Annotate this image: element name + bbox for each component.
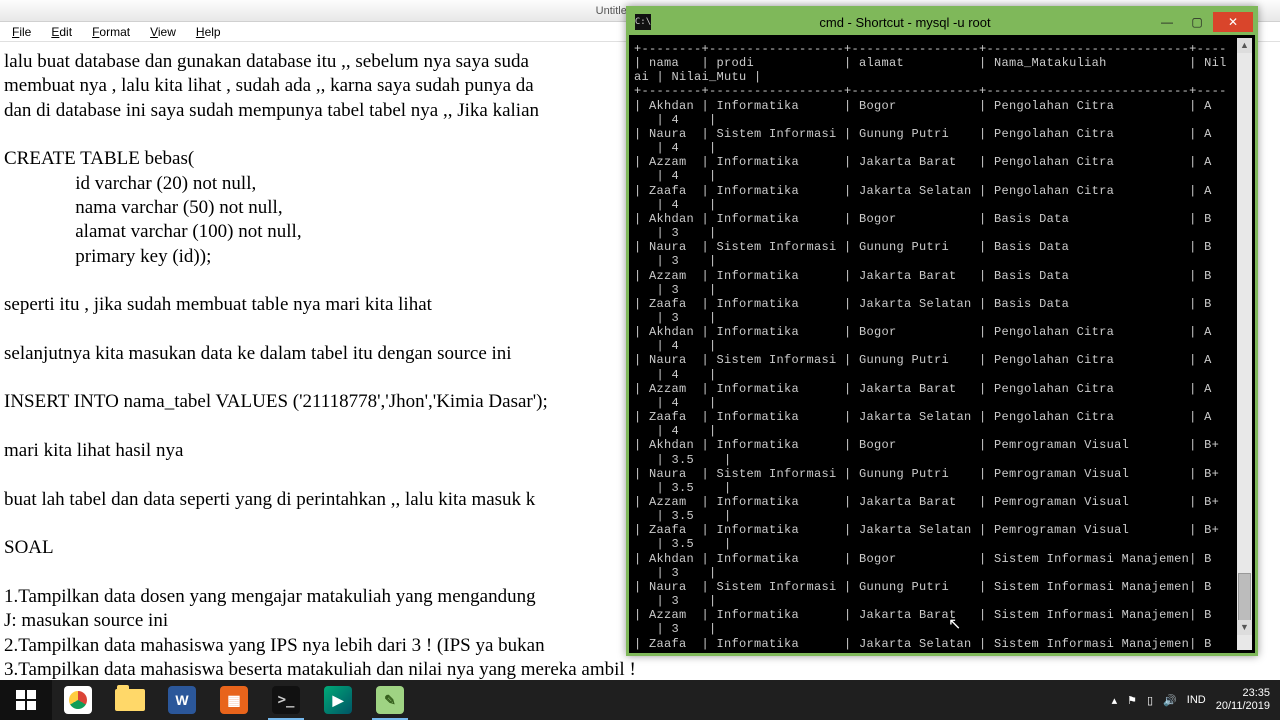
terminal-line: | 3.5 | — [634, 481, 1250, 495]
tray-time: 23:35 — [1216, 687, 1270, 700]
taskbar-explorer[interactable] — [104, 680, 156, 720]
terminal-line: | 3 | — [634, 622, 1250, 636]
terminal-line: | Zaafa | Informatika | Jakarta Selatan … — [634, 523, 1250, 537]
notepad-icon: ✎ — [376, 686, 404, 714]
terminal-line: | Azzam | Informatika | Jakarta Barat | … — [634, 155, 1250, 169]
terminal-line: | 4 | — [634, 141, 1250, 155]
terminal-line: | Zaafa | Informatika | Jakarta Selatan … — [634, 637, 1250, 650]
close-button[interactable]: ✕ — [1213, 12, 1253, 32]
terminal-line: | 3 | — [634, 254, 1250, 268]
terminal-line: | Akhdan | Informatika | Bogor | Pemrogr… — [634, 438, 1250, 452]
terminal-line: +--------+------------------+-----------… — [634, 42, 1250, 56]
tray-clock[interactable]: 23:35 20/11/2019 — [1216, 687, 1270, 712]
terminal-line: | 3.5 | — [634, 453, 1250, 467]
terminal-line: | 4 | — [634, 339, 1250, 353]
terminal-line: +--------+------------------+-----------… — [634, 84, 1250, 98]
terminal-scrollbar[interactable]: ▲ ▼ — [1237, 38, 1252, 635]
minimize-button[interactable]: — — [1153, 12, 1181, 32]
taskbar-app-orange[interactable]: ▦ — [208, 680, 260, 720]
terminal-line: | 3.5 | — [634, 537, 1250, 551]
taskbar-cmd[interactable]: >_ — [260, 680, 312, 720]
terminal-line: | 4 | — [634, 198, 1250, 212]
terminal-line: | Naura | Sistem Informasi | Gunung Putr… — [634, 240, 1250, 254]
terminal-line: | 3 | — [634, 311, 1250, 325]
terminal-line: ai | Nilai_Mutu | — [634, 70, 1250, 84]
terminal-line: | 3 | — [634, 283, 1250, 297]
terminal-line: | Zaafa | Informatika | Jakarta Selatan … — [634, 297, 1250, 311]
maximize-button[interactable]: ▢ — [1183, 12, 1211, 32]
terminal-line: | Azzam | Informatika | Jakarta Barat | … — [634, 382, 1250, 396]
terminal-line: | 4 | — [634, 169, 1250, 183]
terminal-title: cmd - Shortcut - mysql -u root — [657, 15, 1153, 30]
terminal-line: | 4 | — [634, 424, 1250, 438]
terminal-line: | 3 | — [634, 226, 1250, 240]
menu-edit[interactable]: Edit — [43, 23, 80, 41]
menu-help[interactable]: Help — [188, 23, 229, 41]
terminal-line: | Akhdan | Informatika | Bogor | Sistem … — [634, 552, 1250, 566]
terminal-line: | 4 | — [634, 113, 1250, 127]
terminal-line: | Azzam | Informatika | Jakarta Barat | … — [634, 608, 1250, 622]
start-button[interactable] — [0, 680, 52, 720]
terminal-line: | Akhdan | Informatika | Bogor | Basis D… — [634, 212, 1250, 226]
menu-file[interactable]: File — [4, 23, 39, 41]
terminal-line: | Zaafa | Informatika | Jakarta Selatan … — [634, 184, 1250, 198]
tray-date: 20/11/2019 — [1216, 700, 1270, 713]
chrome-icon — [64, 686, 92, 714]
taskbar-devtool[interactable]: ▶ — [312, 680, 364, 720]
resize-handle[interactable] — [1237, 635, 1252, 650]
terminal-window: C:\ cmd - Shortcut - mysql -u root — ▢ ✕… — [626, 6, 1258, 656]
terminal-line: | Naura | Sistem Informasi | Gunung Putr… — [634, 467, 1250, 481]
terminal-line: | Naura | Sistem Informasi | Gunung Putr… — [634, 127, 1250, 141]
taskbar-chrome[interactable] — [52, 680, 104, 720]
terminal-line: | 4 | — [634, 396, 1250, 410]
terminal-line: | Zaafa | Informatika | Jakarta Selatan … — [634, 410, 1250, 424]
scroll-down-icon[interactable]: ▼ — [1237, 620, 1252, 635]
system-tray: ▴ ⚑ ▯ 🔊 IND 23:35 20/11/2019 — [1102, 687, 1280, 712]
terminal-line: | Akhdan | Informatika | Bogor | Pengola… — [634, 325, 1250, 339]
tray-net-icon[interactable]: ▯ — [1147, 694, 1153, 707]
tray-lang[interactable]: IND — [1187, 694, 1206, 706]
terminal-line: | 3 | — [634, 566, 1250, 580]
cmd-icon: >_ — [272, 686, 300, 714]
folder-icon — [115, 689, 145, 711]
terminal-output[interactable]: +--------+------------------+-----------… — [632, 38, 1252, 650]
menu-format[interactable]: Format — [84, 23, 138, 41]
terminal-line: | Naura | Sistem Informasi | Gunung Putr… — [634, 353, 1250, 367]
taskbar-notepad[interactable]: ✎ — [364, 680, 416, 720]
terminal-line: | Akhdan | Informatika | Bogor | Pengola… — [634, 99, 1250, 113]
terminal-line: | Azzam | Informatika | Jakarta Barat | … — [634, 495, 1250, 509]
terminal-titlebar[interactable]: C:\ cmd - Shortcut - mysql -u root — ▢ ✕ — [629, 9, 1255, 35]
tray-flag-icon[interactable]: ⚑ — [1127, 694, 1137, 707]
terminal-icon: C:\ — [635, 14, 651, 30]
terminal-line: | 3.5 | — [634, 509, 1250, 523]
terminal-line: | nama | prodi | alamat | Nama_Matakulia… — [634, 56, 1250, 70]
tray-sound-icon[interactable]: 🔊 — [1163, 694, 1177, 707]
terminal-line: | 3 | — [634, 594, 1250, 608]
terminal-line: | 4 | — [634, 368, 1250, 382]
taskbar: W ▦ >_ ▶ ✎ ▴ ⚑ ▯ 🔊 IND 23:35 20/11/2019 — [0, 680, 1280, 720]
terminal-line: | Naura | Sistem Informasi | Gunung Putr… — [634, 580, 1250, 594]
scroll-up-icon[interactable]: ▲ — [1237, 38, 1252, 53]
tray-up-icon[interactable]: ▴ — [1112, 694, 1118, 707]
taskbar-word[interactable]: W — [156, 680, 208, 720]
terminal-line: | Azzam | Informatika | Jakarta Barat | … — [634, 269, 1250, 283]
dev-icon: ▶ — [324, 686, 352, 714]
orange-app-icon: ▦ — [220, 686, 248, 714]
word-icon: W — [168, 686, 196, 714]
menu-view[interactable]: View — [142, 23, 184, 41]
